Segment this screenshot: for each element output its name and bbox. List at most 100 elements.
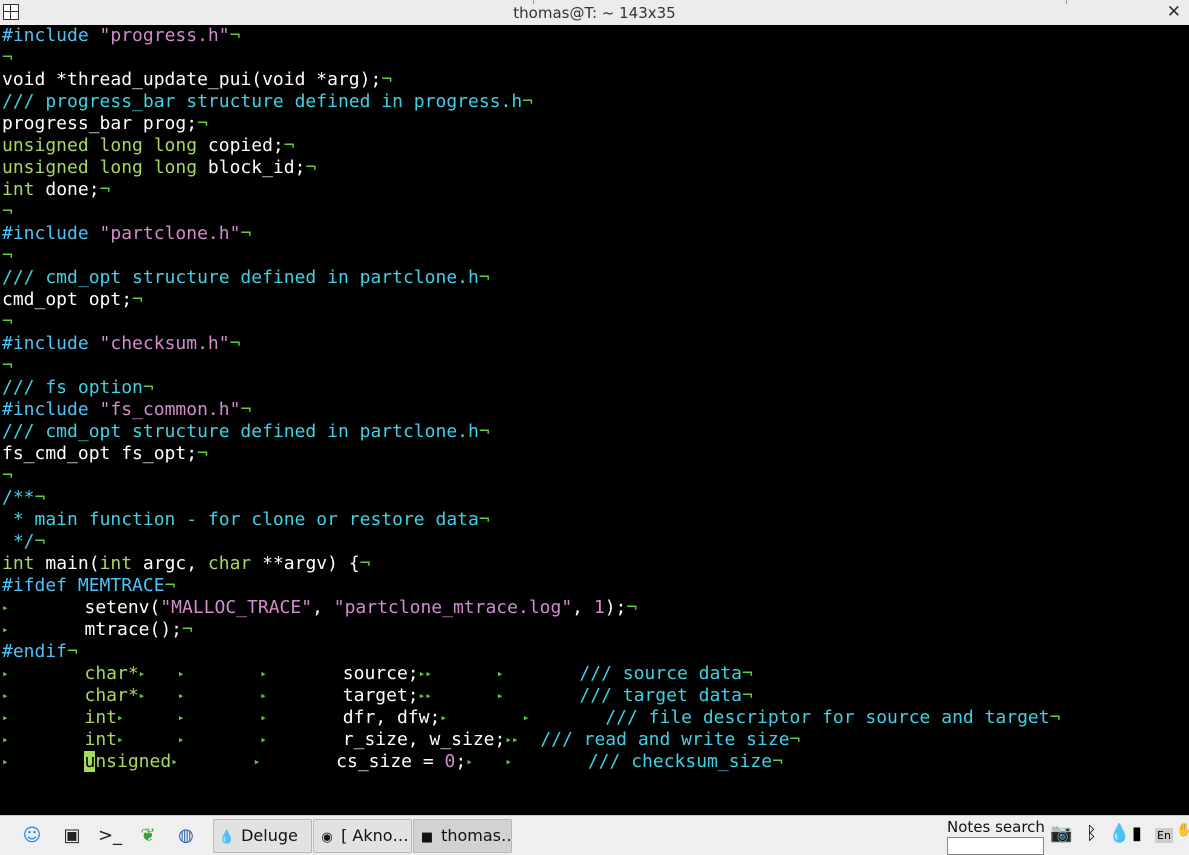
eol-marker: ¬: [34, 531, 46, 552]
code-line[interactable]: ¬: [2, 245, 13, 267]
code-line[interactable]: #include "fs_common.h"¬: [2, 399, 251, 421]
code-line[interactable]: cmd_opt opt;¬: [2, 289, 143, 311]
code-line[interactable]: fs_cmd_opt fs_opt;¬: [2, 443, 208, 465]
code-line[interactable]: ¬: [2, 201, 13, 223]
terminal-icon[interactable]: >_: [96, 821, 124, 849]
close-icon[interactable]: ✕: [1167, 2, 1181, 22]
desktop-icon[interactable]: ▣: [58, 821, 86, 849]
gecko-icon[interactable]: ❦: [134, 821, 162, 849]
deluge-icon: 💧: [218, 830, 236, 845]
code-line[interactable]: /// fs option¬: [2, 377, 154, 399]
notes-search-label: Notes search: [947, 818, 1045, 836]
code-line[interactable]: ▸ mtrace();¬: [2, 619, 193, 641]
code-line[interactable]: ▸ int▸ ▸ ▸ r_size, w_size;▸▸ /// read an…: [2, 729, 800, 751]
code-line[interactable]: int main(int argc, char **argv) {¬: [2, 553, 371, 575]
code-line[interactable]: */¬: [2, 531, 46, 553]
code-token: unsigned long long: [2, 135, 198, 156]
code-token: /// cmd_opt structure defined in partclo…: [2, 421, 479, 442]
code-line[interactable]: #include "partclone.h"¬: [2, 223, 251, 245]
code-line[interactable]: ▸ char*▸ ▸ ▸ target;▸▸ ▸ /// target data…: [2, 685, 753, 707]
eol-marker: ¬: [478, 267, 490, 288]
code-token: /**: [2, 487, 35, 508]
eol-marker: ¬: [99, 179, 111, 200]
code-token: argc,: [132, 553, 208, 574]
task-label: [ Akno…: [336, 826, 409, 845]
code-line[interactable]: ¬: [2, 47, 13, 69]
code-token: #include: [2, 25, 100, 46]
code-line[interactable]: int done;¬: [2, 179, 110, 201]
code-line[interactable]: * main function - for clone or restore d…: [2, 509, 490, 531]
hand-icon[interactable]: ✋: [1176, 823, 1189, 838]
code-line[interactable]: ▸ unsigned▸ ▸ cs_size = 0;▸ ▸ /// checks…: [2, 751, 783, 773]
tab-marker: ▸: [260, 689, 267, 702]
code-line[interactable]: ¬: [2, 465, 13, 487]
code-line[interactable]: #include "checksum.h"¬: [2, 333, 240, 355]
tab-marker: ▸: [2, 601, 9, 614]
task-button[interactable]: 💧 Deluge: [213, 819, 312, 853]
globe-icon[interactable]: ◍: [172, 821, 200, 849]
code-token: done;: [34, 179, 100, 200]
eol-marker: ¬: [2, 465, 13, 486]
eol-marker: ¬: [305, 157, 317, 178]
code-line[interactable]: void *thread_update_pui(void *arg);¬: [2, 69, 392, 91]
tab-marker: ▸: [2, 667, 9, 680]
eol-marker: ¬: [626, 597, 638, 618]
code-token: cs_size =: [260, 751, 445, 772]
eol-marker: ¬: [741, 663, 753, 684]
code-line[interactable]: #ifdef MEMTRACE¬: [2, 575, 175, 597]
droplet-icon[interactable]: 💧: [1108, 823, 1130, 844]
tab-marker: ▸: [171, 755, 178, 768]
code-line[interactable]: /**¬: [2, 487, 45, 509]
code-line[interactable]: ▸ setenv("MALLOC_TRACE", "partclone_mtra…: [2, 597, 637, 619]
akregator-icon: ◉: [321, 830, 333, 845]
camera-icon[interactable]: 📷: [1050, 823, 1072, 844]
code-token: /// fs option: [2, 377, 143, 398]
code-line[interactable]: unsigned long long copied;¬: [2, 135, 295, 157]
code-line[interactable]: unsigned long long block_id;¬: [2, 157, 316, 179]
task-label: Deluge: [236, 826, 298, 845]
task-button[interactable]: ■ thomas…: [413, 819, 512, 853]
code-token: target;: [266, 685, 419, 706]
eol-marker: ¬: [2, 245, 13, 266]
eol-marker: ¬: [132, 289, 143, 310]
code-token: int: [84, 707, 117, 728]
terminal-area[interactable]: #include "progress.h"¬ ¬ void *thread_upda…: [0, 25, 1189, 815]
code-token: #include: [2, 333, 100, 354]
eol-marker: ¬: [741, 685, 753, 706]
tab-marker: ▸▸: [505, 733, 519, 746]
tab-marker: ▸: [2, 689, 9, 702]
code-line[interactable]: #endif¬: [2, 641, 78, 663]
tab-marker: ▸: [496, 667, 504, 680]
window-titlebar: thomas@T: ~ 143x35 ✕: [0, 0, 1189, 26]
notes-search-input[interactable]: [947, 837, 1044, 855]
eol-marker: ¬: [164, 575, 176, 596]
code-line[interactable]: /// progress_bar structure defined in pr…: [2, 91, 533, 113]
code-line[interactable]: ▸ char*▸ ▸ ▸ source;▸▸ ▸ /// source data…: [2, 663, 753, 685]
code-line[interactable]: progress_bar prog;¬: [2, 113, 208, 135]
kde-menu-icon[interactable]: ☺: [18, 821, 46, 849]
task-button[interactable]: ◉ [ Akno…: [313, 819, 412, 853]
code-token: copied;: [197, 135, 284, 156]
code-token: cmd_opt opt;: [2, 289, 133, 310]
code-token: void *thread_update_pui(void *arg);: [2, 69, 382, 90]
code-line[interactable]: ¬: [2, 355, 13, 377]
code-token: r_size, w_size;: [266, 729, 506, 750]
eol-marker: ¬: [478, 509, 490, 530]
battery-icon[interactable]: ▮: [1132, 823, 1142, 844]
code-token: #ifdef MEMTRACE: [2, 575, 165, 596]
code-line[interactable]: ▸ int▸ ▸ ▸ dfr, dfw;▸ ▸ /// file descrip…: [2, 707, 1060, 729]
code-line[interactable]: ¬: [2, 311, 13, 333]
code-line[interactable]: /// cmd_opt structure defined in partclo…: [2, 421, 490, 443]
tab-marker: ▸: [260, 733, 267, 746]
keyboard-layout-icon[interactable]: En: [1155, 828, 1173, 843]
code-token: fs_cmd_opt fs_opt;: [2, 443, 198, 464]
code-line[interactable]: #include "progress.h"¬: [2, 25, 240, 47]
bluetooth-icon[interactable]: ᛒ: [1086, 823, 1097, 844]
code-line[interactable]: /// cmd_opt structure defined in partclo…: [2, 267, 490, 289]
